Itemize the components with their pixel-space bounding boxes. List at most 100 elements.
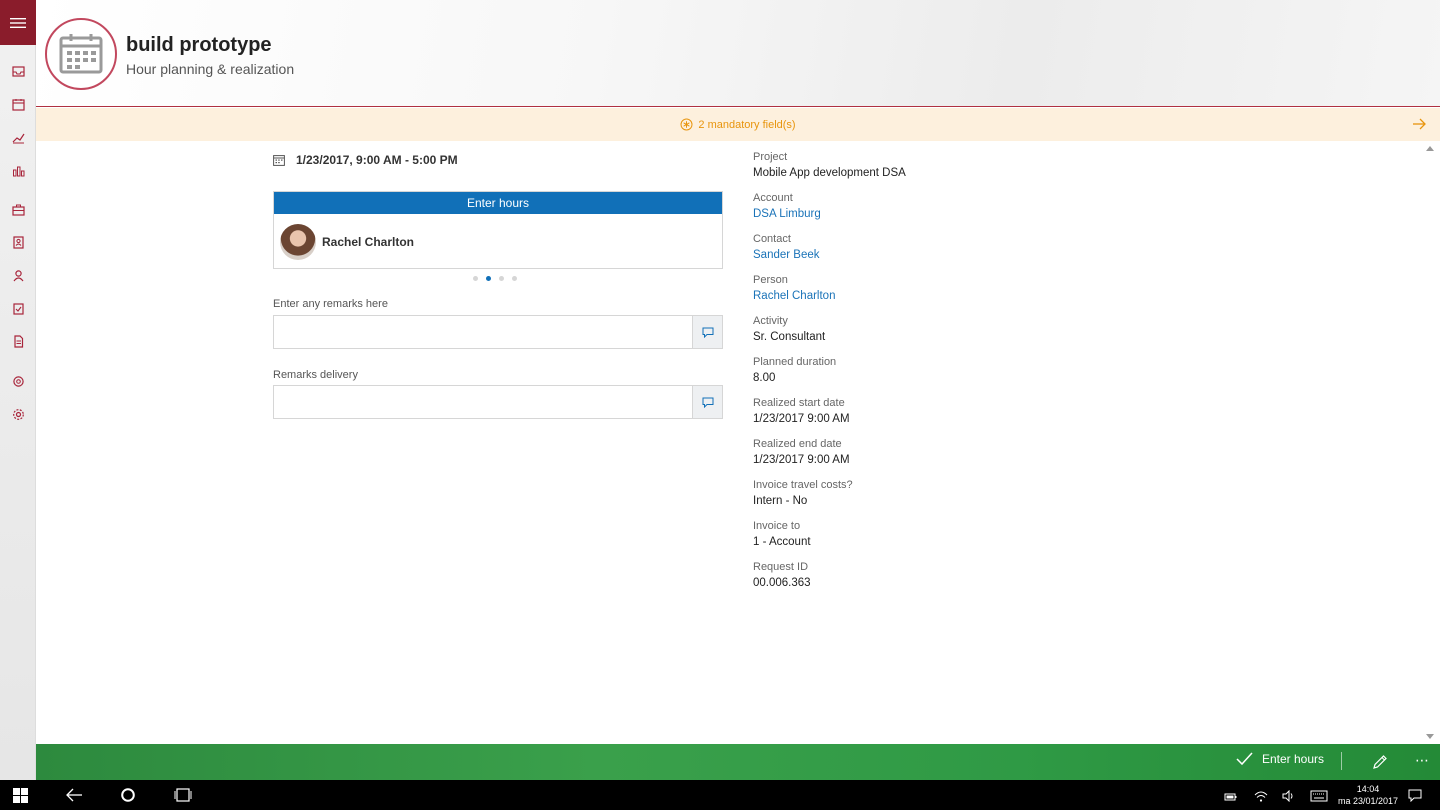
detail-contact: Contact Sander Beek xyxy=(753,233,906,263)
mandatory-fields-banner[interactable]: 2 mandatory field(s) xyxy=(36,108,1440,141)
nav-item-inbox[interactable] xyxy=(0,58,36,84)
details-panel: Project Mobile App development DSA Accou… xyxy=(753,151,906,602)
nav-item-documents[interactable] xyxy=(0,328,36,354)
nav-item-projects[interactable] xyxy=(0,196,36,222)
detail-invoice-to: Invoice to 1 - Account xyxy=(753,520,906,550)
hamburger-menu-button[interactable] xyxy=(0,0,36,45)
pager-dot-active[interactable] xyxy=(486,276,491,281)
gear-icon xyxy=(12,408,24,420)
page-header: build prototype Hour planning & realizat… xyxy=(36,0,1440,107)
nav-item-contacts[interactable] xyxy=(0,229,36,255)
action-center-button[interactable] xyxy=(1408,789,1422,807)
inbox-icon xyxy=(11,65,25,77)
calendar-icon xyxy=(59,34,103,74)
detail-realized-end: Realized end date 1/23/2017 9:00 AM xyxy=(753,438,906,468)
detail-value: 8.00 xyxy=(753,372,776,384)
hamburger-icon xyxy=(10,17,26,28)
battery-tray-button[interactable] xyxy=(1223,789,1237,807)
scroll-up-arrow-icon[interactable] xyxy=(1426,145,1434,151)
calendar-small-icon xyxy=(273,155,285,166)
detail-label: Person xyxy=(753,274,788,286)
detail-label: Project xyxy=(753,151,788,163)
detail-value: Mobile App development DSA xyxy=(753,167,906,179)
document-icon xyxy=(13,334,23,348)
detail-value: Intern - No xyxy=(753,495,808,507)
enter-hours-button[interactable]: Enter hours xyxy=(1236,752,1324,766)
pager-dot[interactable] xyxy=(473,276,478,281)
task-view-button[interactable] xyxy=(174,788,192,802)
side-nav xyxy=(0,0,36,780)
clock-date: ma 23/01/2017 xyxy=(1337,796,1398,806)
detail-label: Invoice to xyxy=(753,520,801,532)
detail-label: Planned duration xyxy=(753,356,837,368)
hours-card: Enter hours Rachel Charlton xyxy=(273,191,723,269)
nav-item-calendar[interactable] xyxy=(0,91,36,117)
taskbar-clock[interactable]: 14:04 ma 23/01/2017 xyxy=(1338,783,1398,807)
date-range: 1/23/2017, 9:00 AM - 5:00 PM xyxy=(273,153,458,167)
nav-item-trend[interactable] xyxy=(0,124,36,150)
detail-value: 1 - Account xyxy=(753,536,811,548)
scroll-down-arrow-icon[interactable] xyxy=(1426,734,1434,740)
task-view-icon xyxy=(174,788,192,802)
nav-item-settings[interactable] xyxy=(0,401,36,427)
volume-tray-button[interactable] xyxy=(1282,789,1296,807)
cortana-circle-icon xyxy=(121,788,135,802)
entity-logo xyxy=(45,18,117,90)
detail-realized-start: Realized start date 1/23/2017 9:00 AM xyxy=(753,397,906,427)
wifi-icon xyxy=(1254,791,1268,802)
cortana-button[interactable] xyxy=(121,788,135,802)
person-entry[interactable]: Rachel Charlton xyxy=(280,224,414,260)
remarks-delivery-field[interactable] xyxy=(273,385,723,419)
mandatory-fields-text: 2 mandatory field(s) xyxy=(698,118,796,131)
bar-chart-icon xyxy=(12,166,24,176)
remarks-delivery-comment-button[interactable] xyxy=(692,386,722,418)
detail-value: Sr. Consultant xyxy=(753,331,826,343)
detail-label: Request ID xyxy=(753,561,809,573)
enter-hours-label: Enter hours xyxy=(1261,752,1324,766)
asterisk-circle-icon xyxy=(680,118,693,131)
detail-label: Activity xyxy=(753,315,788,327)
detail-project: Project Mobile App development DSA xyxy=(753,151,906,181)
detail-request-id: Request ID 00.006.363 xyxy=(753,561,906,591)
calendar-icon xyxy=(11,98,25,111)
detail-label: Invoice travel costs? xyxy=(753,479,853,491)
account-link[interactable]: DSA Limburg xyxy=(753,207,906,222)
battery-icon xyxy=(1224,793,1237,801)
briefcase-icon xyxy=(11,204,25,216)
detail-label: Realized start date xyxy=(753,397,845,409)
back-arrow-icon xyxy=(66,788,82,802)
enter-hours-card-header[interactable]: Enter hours xyxy=(274,192,722,214)
main-content: 1/23/2017, 9:00 AM - 5:00 PM Enter hours… xyxy=(36,141,1440,744)
date-range-text: 1/23/2017, 9:00 AM - 5:00 PM xyxy=(296,153,458,167)
remarks-comment-button[interactable] xyxy=(692,316,722,348)
checkmark-icon xyxy=(1236,752,1253,766)
page-subtitle: Hour planning & realization xyxy=(126,61,295,77)
start-button[interactable] xyxy=(13,788,28,803)
pager-dot[interactable] xyxy=(499,276,504,281)
trend-chart-icon xyxy=(12,133,24,143)
detail-label: Account xyxy=(753,192,793,204)
detail-invoice-travel: Invoice travel costs? Intern - No xyxy=(753,479,906,509)
contact-link[interactable]: Sander Beek xyxy=(753,248,906,263)
page-title: build prototype xyxy=(126,34,272,56)
nav-item-sync[interactable] xyxy=(0,368,36,394)
nav-item-reports[interactable] xyxy=(0,157,36,183)
back-button[interactable] xyxy=(66,788,83,802)
more-button[interactable]: ⋯ xyxy=(1415,752,1430,769)
remarks-field[interactable] xyxy=(273,315,723,349)
volume-icon xyxy=(1282,789,1293,803)
pager-dot[interactable] xyxy=(512,276,517,281)
detail-account: Account DSA Limburg xyxy=(753,192,906,222)
nav-item-tasks[interactable] xyxy=(0,295,36,321)
keyboard-tray-button[interactable] xyxy=(1310,789,1328,807)
contact-card-icon xyxy=(12,235,24,249)
windows-taskbar: 14:04 ma 23/01/2017 xyxy=(0,780,1440,810)
edit-pencil-icon[interactable] xyxy=(1372,754,1388,770)
detail-value: 1/23/2017 9:00 AM xyxy=(753,413,850,425)
nav-item-people[interactable] xyxy=(0,262,36,288)
comment-icon xyxy=(702,327,713,338)
command-bar: Enter hours ⋯ xyxy=(36,744,1440,780)
arrow-right-icon[interactable] xyxy=(1412,118,1426,130)
wifi-tray-button[interactable] xyxy=(1254,789,1268,807)
person-link[interactable]: Rachel Charlton xyxy=(753,289,906,304)
